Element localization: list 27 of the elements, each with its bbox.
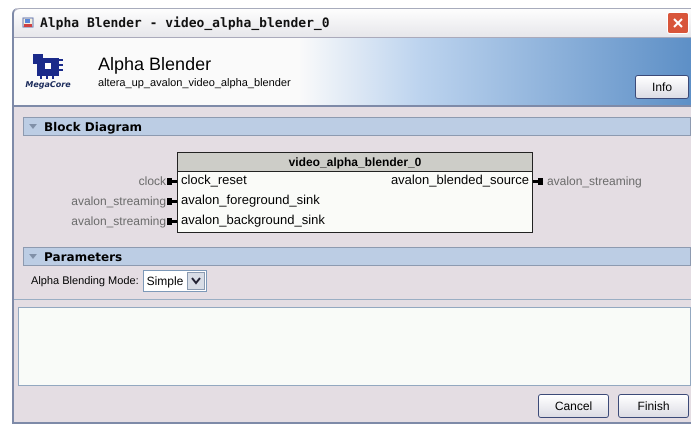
chevron-down-icon [191,277,202,285]
collapse-triangle-icon [28,252,38,262]
component-title: Alpha Blender [98,54,212,75]
dialog-button[interactable]: Cancel [538,394,609,418]
component-name: altera_up_avalon_video_alpha_blender [98,77,292,89]
mode-dropdown[interactable]: Simple [142,270,208,292]
port-label: avalon_background_sink [180,212,326,229]
interface-label: avalon_streaming [547,174,642,188]
chip-logo-icon [31,54,65,80]
section-header[interactable]: Block Diagram [23,117,691,136]
app-icon [22,17,34,29]
field-label: Alpha Blending Mode: [31,275,139,287]
close-button[interactable] [667,12,689,34]
port-label: clock_reset [180,172,248,189]
port-label: avalon_foreground_sink [180,192,321,209]
window-title: Alpha Blender - video_alpha_blender_0 [40,16,331,30]
dialog-button[interactable]: Finish [618,394,689,418]
interface-label: avalon_streaming [71,214,166,228]
info-button[interactable]: Info [634,75,689,99]
block-title: video_alpha_blender_0 [178,153,532,172]
close-icon [672,17,684,29]
interface-label: avalon_streaming [71,194,166,208]
section-header[interactable]: Parameters [23,247,691,266]
logo-text: MegaCore [25,80,71,89]
port-label: avalon_blended_source [390,172,530,189]
interface-label: clock [138,174,166,188]
collapse-triangle-icon [28,122,38,132]
